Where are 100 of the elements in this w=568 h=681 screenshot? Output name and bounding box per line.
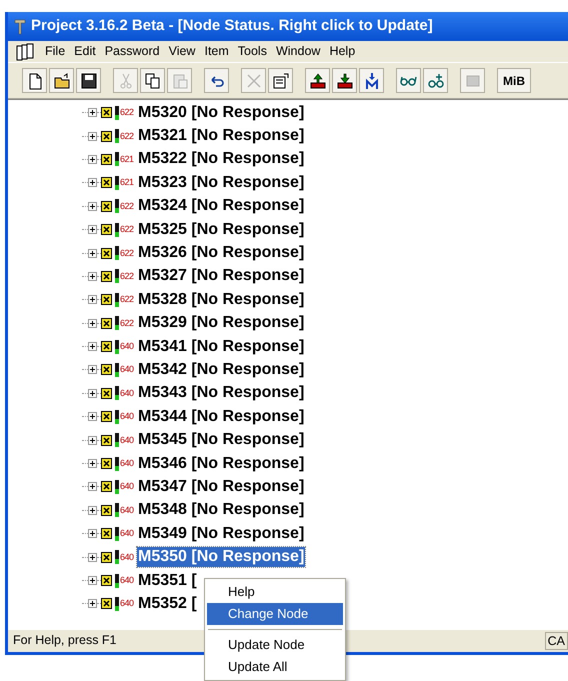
node-label[interactable]: M5342 [No Response] (137, 360, 306, 380)
expand-icon[interactable] (88, 154, 97, 164)
node-code: 640 (120, 599, 135, 608)
menu-item[interactable]: File (45, 42, 66, 61)
toolbar-button[interactable] (22, 68, 47, 93)
failed-x-icon (101, 411, 112, 422)
document-icon[interactable] (16, 42, 36, 60)
toolbar-button[interactable]: MiB (497, 68, 531, 93)
node-label[interactable]: M5352 [ (137, 594, 198, 614)
expand-icon[interactable] (88, 482, 97, 492)
node-label[interactable]: M5326 [No Response] (137, 243, 306, 264)
toolbar-button[interactable] (204, 68, 229, 93)
node-label[interactable]: M5322 [No Response] (137, 149, 306, 170)
context-menu-item[interactable]: Update All (207, 656, 343, 678)
node-label[interactable]: M5348 [No Response] (137, 500, 306, 520)
signal-bar-icon (115, 480, 119, 494)
expand-icon[interactable] (88, 529, 97, 538)
signal-bar-icon (115, 433, 119, 448)
menu-item[interactable]: Tools (238, 42, 267, 61)
node-label[interactable]: M5343 [No Response] (137, 383, 306, 404)
expand-icon[interactable] (88, 388, 97, 398)
menu-item[interactable]: View (168, 42, 196, 61)
glasses-plus-icon (426, 72, 444, 90)
node-code: 622 (120, 295, 135, 304)
expand-icon[interactable] (88, 552, 97, 562)
node-code: 622 (120, 108, 135, 118)
toolbar-button[interactable] (305, 68, 330, 93)
expand-icon[interactable] (88, 436, 97, 445)
expand-icon[interactable] (88, 225, 97, 234)
tool-icon (14, 18, 26, 34)
node-label[interactable]: M5347 [No Response] (137, 476, 306, 497)
toolbar-button[interactable] (332, 68, 357, 93)
toolbar-button[interactable] (359, 68, 384, 93)
node-code: 640 (120, 552, 135, 562)
menu-item[interactable]: Item (204, 42, 229, 61)
failed-x-icon (101, 318, 112, 329)
window-title: Project 3.16.2 Beta - [Node Status. Right click to Update] (31, 16, 433, 36)
signal-bar-icon (115, 152, 119, 166)
node-label[interactable]: M5349 [No Response] (137, 524, 306, 544)
node-label[interactable]: M5351 [ (137, 570, 198, 590)
clipboard-icon (170, 72, 188, 90)
toolbar-button[interactable] (268, 68, 293, 93)
node-code: 622 (120, 318, 135, 328)
expand-icon[interactable] (88, 295, 97, 304)
signal-bar-icon (115, 199, 119, 214)
expand-icon[interactable] (88, 576, 97, 585)
expand-icon[interactable] (88, 248, 97, 258)
menu-item[interactable]: Help (329, 42, 356, 61)
toolbar-button[interactable] (423, 68, 448, 93)
expand-icon[interactable] (88, 178, 97, 188)
failed-x-icon (101, 294, 112, 306)
context-menu-item[interactable]: Help (207, 581, 343, 603)
failed-x-icon (101, 598, 112, 610)
toolbar-button[interactable] (76, 68, 101, 93)
expand-icon[interactable] (88, 365, 97, 374)
node-label[interactable]: M5328 [No Response] (137, 290, 306, 310)
failed-x-icon (101, 575, 112, 586)
copy-icon (144, 72, 162, 90)
node-code: 640 (120, 482, 135, 492)
expand-icon[interactable] (88, 272, 97, 281)
signal-bar-icon (115, 292, 119, 307)
status-text: For Help, press F1 (13, 632, 117, 650)
node-label[interactable]: M5321 [No Response] (137, 126, 306, 146)
node-label[interactable]: M5329 [No Response] (137, 313, 306, 334)
node-label[interactable]: M5341 [No Response] (137, 336, 306, 357)
node-code: 640 (120, 388, 135, 398)
node-label[interactable]: M5350 [No Response] (137, 547, 306, 568)
node-label[interactable]: M5325 [No Response] (137, 220, 306, 240)
expand-icon[interactable] (88, 132, 97, 141)
signal-bar-icon (115, 222, 119, 237)
toolbar-button[interactable] (49, 68, 74, 93)
expand-icon[interactable] (88, 202, 97, 211)
toolbar-button[interactable] (140, 68, 165, 93)
node-code: 622 (120, 248, 135, 258)
node-code: 640 (120, 529, 135, 538)
signal-bar-icon (115, 246, 119, 260)
expand-icon[interactable] (88, 342, 97, 352)
toolbar-button[interactable] (396, 68, 421, 93)
expand-icon[interactable] (88, 506, 97, 515)
menu-item[interactable]: Password (104, 42, 160, 61)
node-label[interactable]: M5323 [No Response] (137, 172, 306, 193)
node-label[interactable]: M5327 [No Response] (137, 266, 306, 286)
expand-icon[interactable] (88, 412, 97, 422)
context-menu-item[interactable]: Change Node (207, 603, 343, 625)
node-label[interactable]: M5346 [No Response] (137, 454, 306, 474)
menu-item[interactable]: Window (276, 42, 320, 61)
expand-icon[interactable] (88, 459, 97, 468)
signal-bar-icon (115, 106, 119, 120)
menu-item[interactable]: Edit (74, 42, 96, 61)
node-label[interactable]: M5345 [No Response] (137, 430, 306, 450)
node-label[interactable]: M5320 [No Response] (137, 102, 306, 123)
context-menu-item[interactable]: Update Node (207, 634, 343, 656)
expand-icon[interactable] (88, 599, 97, 608)
expand-icon[interactable] (88, 108, 97, 118)
node-label[interactable]: M5324 [No Response] (137, 196, 306, 216)
failed-x-icon (101, 528, 112, 540)
node-label[interactable]: M5344 [No Response] (137, 406, 306, 427)
expand-icon[interactable] (88, 318, 97, 328)
failed-x-icon (101, 200, 112, 212)
failed-x-icon (101, 107, 112, 118)
